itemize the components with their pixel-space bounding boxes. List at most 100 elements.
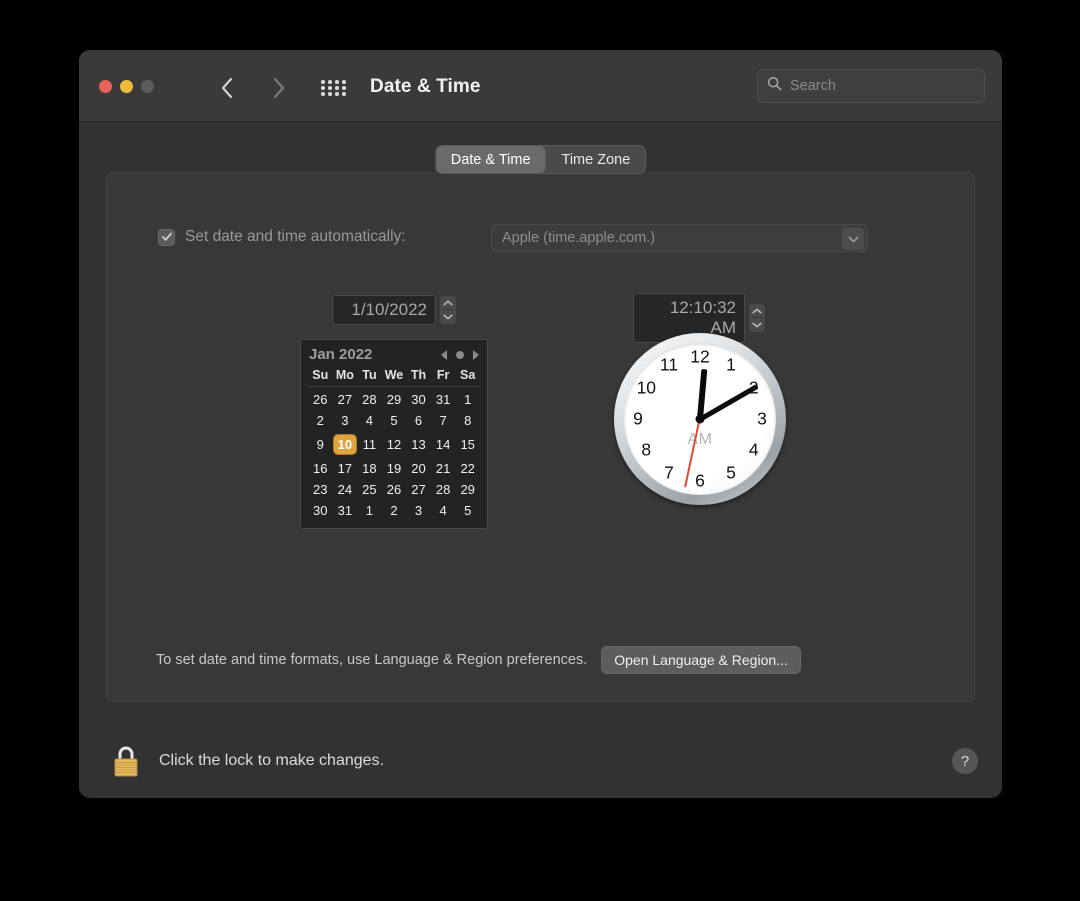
weekday-we: We bbox=[381, 368, 407, 387]
page-title: Date & Time bbox=[370, 76, 481, 97]
calendar-week-row: 23 24 25 26 27 28 29 bbox=[308, 479, 480, 500]
close-window-button[interactable] bbox=[99, 80, 112, 93]
calendar-weekday-row: Su Mo Tu We Th Fr Sa bbox=[308, 368, 480, 387]
calendar-week-row: 9 10 11 12 13 14 15 bbox=[308, 431, 480, 458]
clock-numeral: 12 bbox=[690, 346, 710, 367]
show-all-preferences-icon[interactable] bbox=[321, 80, 347, 96]
calendar-day-cell[interactable]: 29 bbox=[382, 387, 407, 411]
analog-clock: AM 12 1 2 3 4 5 6 7 8 9 10 11 bbox=[614, 333, 786, 505]
zoom-window-button[interactable] bbox=[141, 80, 154, 93]
date-input[interactable]: 1/10/2022 bbox=[332, 295, 436, 325]
chevron-up-icon bbox=[443, 300, 453, 306]
forward-button[interactable] bbox=[267, 72, 291, 104]
calendar-widget[interactable]: Jan 2022 Su Mo Tu We Th Fr Sa 26 27 28 2… bbox=[300, 339, 488, 529]
calendar-day-cell[interactable]: 3 bbox=[406, 500, 431, 521]
calendar-day-cell[interactable]: 20 bbox=[406, 458, 431, 479]
chevron-left-icon bbox=[220, 77, 234, 99]
search-input[interactable] bbox=[790, 78, 965, 94]
calendar-day-cell[interactable]: 30 bbox=[406, 387, 431, 411]
calendar-day-cell[interactable]: 25 bbox=[357, 479, 382, 500]
calendar-day-cell[interactable]: 28 bbox=[431, 479, 456, 500]
calendar-day-cell[interactable]: 11 bbox=[357, 431, 382, 458]
clock-numeral: 8 bbox=[641, 439, 652, 460]
format-note-text: To set date and time formats, use Langua… bbox=[156, 652, 588, 668]
calendar-day-cell[interactable]: 1 bbox=[357, 500, 382, 521]
clock-numeral: 10 bbox=[636, 377, 657, 398]
calendar-day-cell[interactable]: 29 bbox=[455, 479, 480, 500]
set-automatically-checkbox[interactable] bbox=[158, 228, 175, 246]
lock-message: Click the lock to make changes. bbox=[159, 752, 384, 769]
calendar-week-row: 2345678 bbox=[308, 410, 480, 431]
window-body: Date & Time Time Zone Set date and time … bbox=[79, 122, 1002, 797]
open-language-region-button[interactable]: Open Language & Region... bbox=[601, 646, 801, 674]
calendar-day-cell[interactable]: 14 bbox=[431, 431, 456, 458]
tab-date-time[interactable]: Date & Time bbox=[435, 146, 547, 173]
time-stepper[interactable] bbox=[749, 304, 765, 332]
date-time-preferences-window: Date & Time Date & Time Time Zone bbox=[79, 50, 1002, 798]
calendar-day-cell[interactable]: 27 bbox=[333, 387, 358, 411]
calendar-day-cell[interactable]: 1 bbox=[455, 387, 480, 411]
calendar-day-cell[interactable]: 6 bbox=[406, 410, 431, 431]
clock-numeral: 6 bbox=[695, 470, 705, 491]
window-toolbar: Date & Time bbox=[79, 50, 1002, 122]
search-icon bbox=[767, 76, 782, 96]
calendar-day-cell[interactable]: 28 bbox=[357, 387, 382, 411]
calendar-day-cell[interactable]: 13 bbox=[406, 431, 431, 458]
chevron-down-icon[interactable] bbox=[842, 228, 864, 250]
calendar-day-cell[interactable]: 15 bbox=[455, 431, 480, 458]
weekday-th: Th bbox=[406, 368, 431, 387]
calendar-day-cell[interactable]: 26 bbox=[308, 387, 333, 411]
time-server-popup-button[interactable]: Apple (time.apple.com.) bbox=[491, 224, 868, 252]
format-note-row: To set date and time formats, use Langua… bbox=[156, 646, 801, 674]
set-automatically-label: Set date and time automatically: bbox=[185, 228, 406, 245]
clock-numeral: 9 bbox=[633, 408, 643, 429]
search-field[interactable] bbox=[757, 69, 985, 103]
calendar-day-cell[interactable]: 31 bbox=[431, 387, 456, 411]
calendar-grid: Su Mo Tu We Th Fr Sa 26 27 28 29 30 31 1 2 3 4 5 6 7… bbox=[308, 368, 480, 521]
minimize-window-button[interactable] bbox=[120, 80, 133, 93]
chevron-up-icon bbox=[752, 308, 762, 314]
calendar-day-cell[interactable]: 23 bbox=[308, 479, 333, 500]
calendar-day-cell[interactable]: 4 bbox=[357, 410, 382, 431]
circle-dot-icon[interactable] bbox=[456, 350, 464, 359]
calendar-day-cell[interactable]: 2 bbox=[308, 410, 333, 431]
tab-time-zone[interactable]: Time Zone bbox=[547, 146, 646, 173]
calendar-day-cell[interactable]: 5 bbox=[455, 500, 480, 521]
calendar-day-cell[interactable]: 19 bbox=[382, 458, 407, 479]
calendar-day-cell[interactable]: 5 bbox=[382, 410, 407, 431]
help-button[interactable]: ? bbox=[952, 748, 978, 774]
calendar-day-cell[interactable]: 16 bbox=[308, 458, 333, 479]
clock-center-cap bbox=[695, 414, 705, 424]
calendar-week-row: 16 17 18 19 20 21 22 bbox=[308, 458, 480, 479]
calendar-day-cell[interactable]: 31 bbox=[333, 500, 358, 521]
clock-numeral: 1 bbox=[726, 354, 736, 375]
triangle-left-icon[interactable] bbox=[441, 349, 447, 360]
calendar-day-cell[interactable]: 4 bbox=[431, 500, 456, 521]
clock-ampm-label: AM bbox=[687, 431, 713, 449]
calendar-day-cell[interactable]: 2 bbox=[382, 500, 407, 521]
calendar-day-cell[interactable]: 26 bbox=[382, 479, 407, 500]
calendar-day-cell[interactable]: 17 bbox=[333, 458, 358, 479]
calendar-day-cell[interactable]: 12 bbox=[382, 431, 407, 458]
triangle-right-icon[interactable] bbox=[473, 349, 479, 360]
date-field-group: 1/10/2022 bbox=[332, 295, 456, 325]
calendar-week-row: 26 27 28 29 30 31 1 bbox=[308, 387, 480, 411]
back-button[interactable] bbox=[215, 72, 239, 104]
calendar-day-cell[interactable]: 22 bbox=[455, 458, 480, 479]
chevron-right-icon bbox=[272, 77, 286, 99]
calendar-day-cell[interactable]: 24 bbox=[333, 479, 358, 500]
calendar-day-cell[interactable]: 8 bbox=[455, 410, 480, 431]
calendar-day-cell[interactable]: 7 bbox=[431, 410, 456, 431]
calendar-day-cell[interactable]: 27 bbox=[406, 479, 431, 500]
clock-numeral: 11 bbox=[659, 354, 679, 375]
calendar-day-cell[interactable]: 3 bbox=[333, 410, 358, 431]
weekday-mo: Mo bbox=[332, 368, 358, 387]
clock-numeral: 2 bbox=[748, 377, 759, 398]
calendar-day-cell[interactable]: 10 bbox=[332, 431, 358, 458]
lock-closed-icon[interactable] bbox=[111, 743, 141, 779]
calendar-day-cell[interactable]: 9 bbox=[308, 431, 333, 458]
calendar-day-cell[interactable]: 21 bbox=[431, 458, 456, 479]
calendar-day-cell[interactable]: 18 bbox=[357, 458, 382, 479]
date-stepper[interactable] bbox=[440, 296, 456, 324]
calendar-day-cell[interactable]: 30 bbox=[308, 500, 333, 521]
